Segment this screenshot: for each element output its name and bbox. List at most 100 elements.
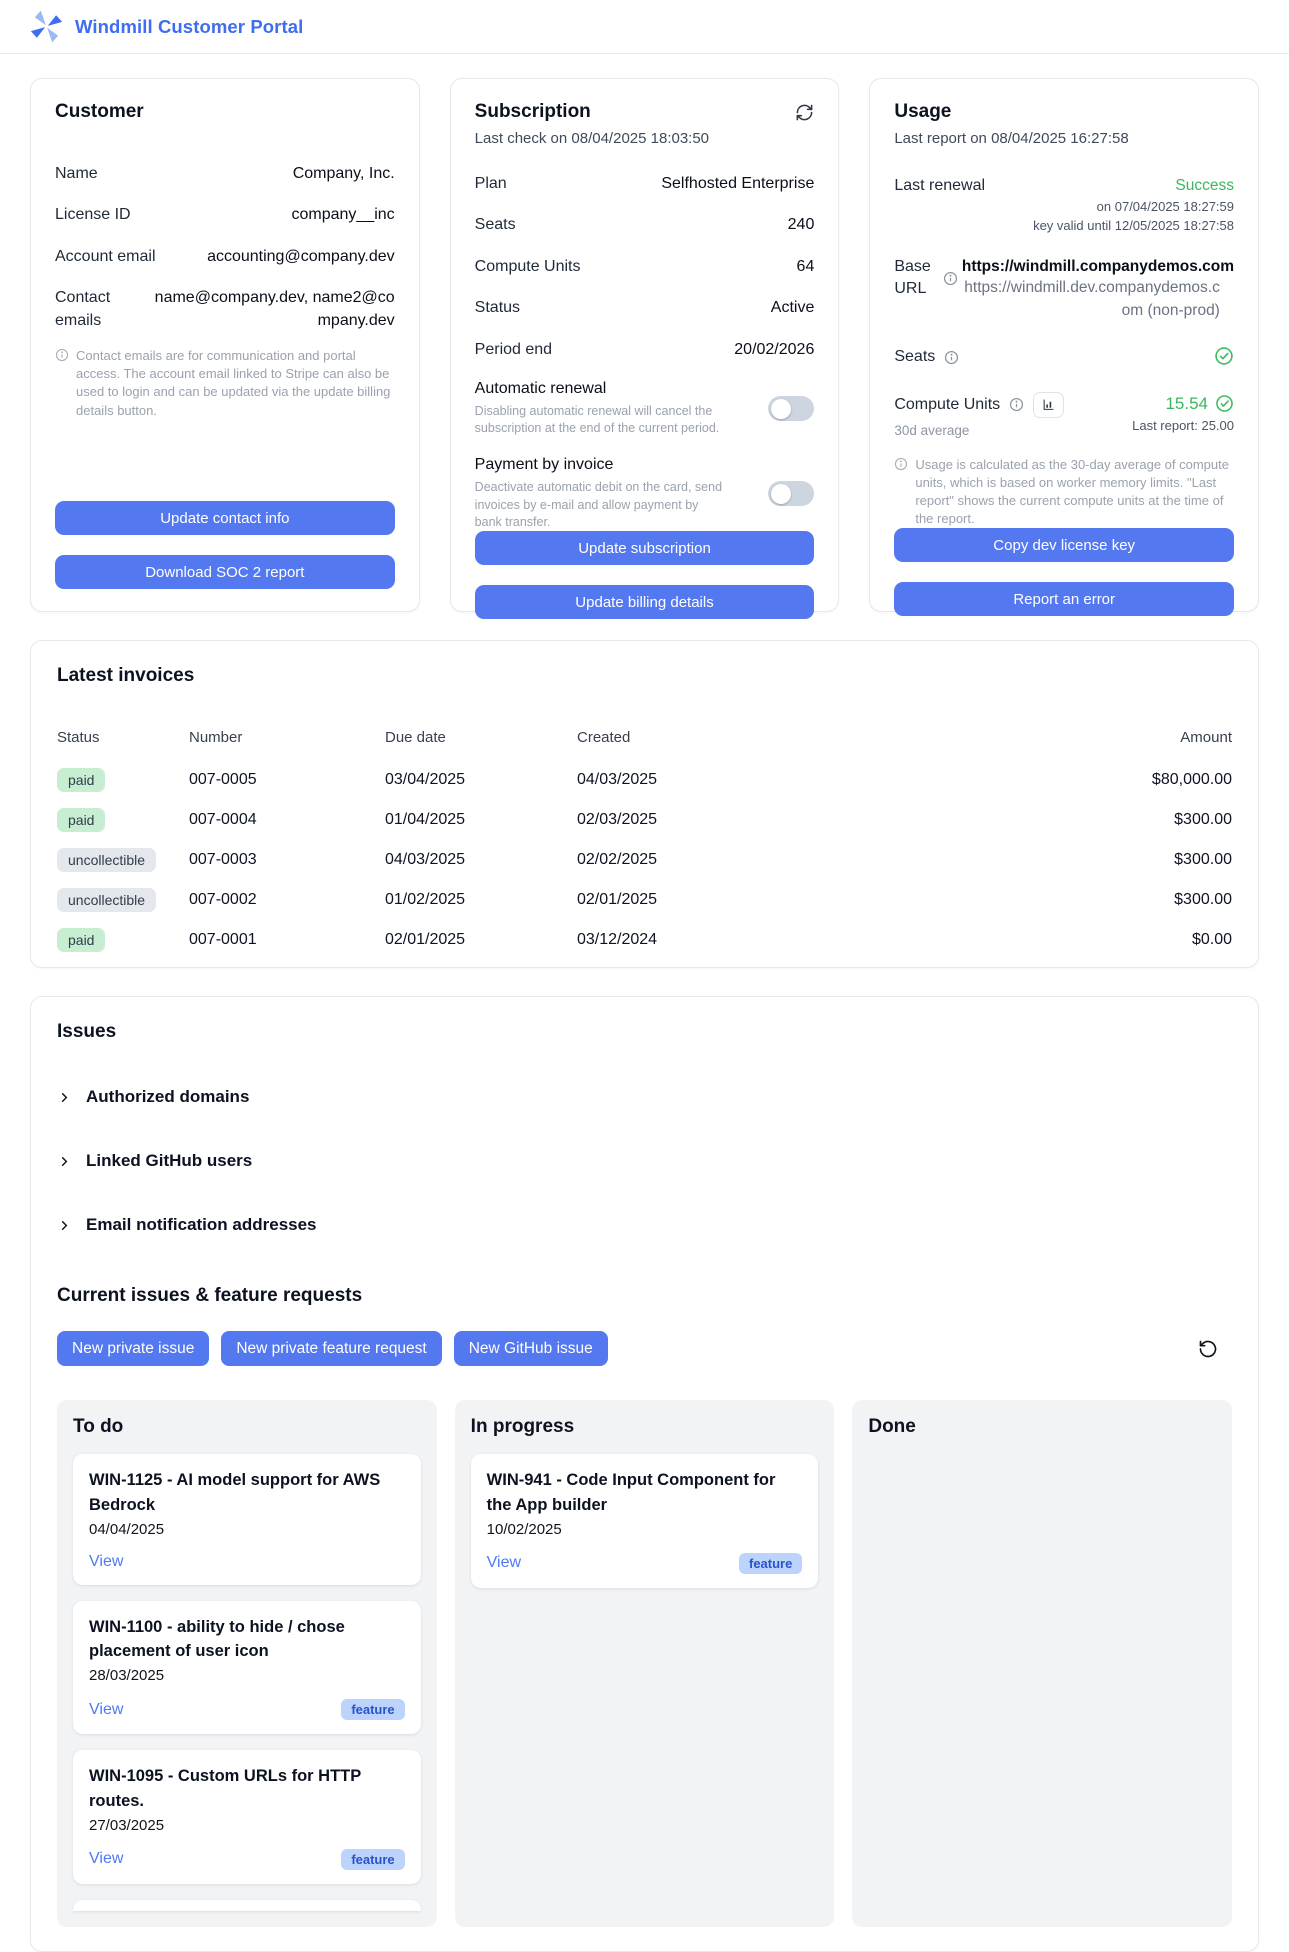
update-contact-info-button[interactable]: Update contact info bbox=[55, 501, 395, 535]
subscription-field-compute-units: Compute Units 64 bbox=[475, 256, 815, 278]
download-soc2-report-button[interactable]: Download SOC 2 report bbox=[55, 555, 395, 589]
view-issue-link[interactable]: View bbox=[89, 1850, 123, 1868]
payment-by-invoice-description: Deactivate automatic debit on the card, … bbox=[475, 479, 727, 531]
field-label: Base URL bbox=[894, 256, 934, 301]
field-value: name@company.dev, name2@company.dev bbox=[155, 287, 395, 332]
invoice-number: 007-0005 bbox=[189, 760, 385, 800]
key-validity: key valid until 12/05/2025 18:27:58 bbox=[1033, 216, 1234, 236]
issue-title: WIN-1100 - ability to hide / chose place… bbox=[89, 1615, 405, 1665]
issue-date: 28/03/2025 bbox=[89, 1667, 405, 1684]
compute-units-value: 15.54 bbox=[1165, 392, 1208, 416]
customer-note-text: Contact emails are for communication and… bbox=[76, 347, 395, 420]
report-an-error-button[interactable]: Report an error bbox=[894, 582, 1234, 616]
refresh-issues-icon[interactable] bbox=[1198, 1339, 1218, 1359]
invoice-created: 04/03/2025 bbox=[577, 760, 997, 800]
issues-card: Issues Authorized domains Linked GitHub … bbox=[30, 996, 1259, 1952]
status-badge: paid bbox=[57, 808, 105, 832]
issue-date: 27/03/2025 bbox=[89, 1817, 405, 1834]
table-row: paid 007-0004 01/04/2025 02/03/2025 $300… bbox=[57, 800, 1232, 840]
usage-note-text: Usage is calculated as the 30-day averag… bbox=[915, 456, 1234, 529]
issue-title: WIN-941 - Code Input Component for the A… bbox=[487, 1468, 803, 1518]
feature-tag: feature bbox=[341, 1849, 404, 1870]
new-private-issue-button[interactable]: New private issue bbox=[57, 1331, 209, 1366]
summary-cards-row: Customer Name Company, Inc. License ID c… bbox=[30, 78, 1259, 612]
column-header-due-date: Due date bbox=[385, 729, 577, 760]
update-billing-details-button[interactable]: Update billing details bbox=[475, 585, 815, 619]
column-header-created: Created bbox=[577, 729, 997, 760]
customer-fields: Name Company, Inc. License ID company__i… bbox=[55, 163, 395, 332]
invoice-amount: $300.00 bbox=[997, 800, 1232, 840]
invoice-created: 03/12/2024 bbox=[577, 920, 997, 960]
update-subscription-button[interactable]: Update subscription bbox=[475, 531, 815, 565]
usage-card-title: Usage bbox=[894, 101, 1234, 123]
customer-note: Contact emails are for communication and… bbox=[55, 347, 395, 420]
seats-usage-row: Seats bbox=[894, 346, 1234, 373]
column-title: In progress bbox=[471, 1416, 819, 1438]
field-label: Account email bbox=[55, 246, 156, 268]
collapsible-authorized-domains[interactable]: Authorized domains bbox=[57, 1087, 1232, 1107]
invoice-number: 007-0001 bbox=[189, 920, 385, 960]
current-issues-section-title: Current issues & feature requests bbox=[57, 1285, 1232, 1307]
issue-date: 04/04/2025 bbox=[89, 1521, 405, 1538]
base-url-row: Base URL https://windmill.companydemos.c… bbox=[894, 256, 1234, 323]
new-github-issue-button[interactable]: New GitHub issue bbox=[454, 1331, 608, 1366]
collapsible-linked-github-users[interactable]: Linked GitHub users bbox=[57, 1151, 1232, 1171]
automatic-renewal-toggle[interactable] bbox=[768, 396, 814, 421]
invoice-created: 02/03/2025 bbox=[577, 800, 997, 840]
board-column-done: Done bbox=[852, 1400, 1232, 1927]
collapsible-label: Linked GitHub users bbox=[86, 1151, 252, 1171]
invoice-due-date: 03/04/2025 bbox=[385, 760, 577, 800]
field-label: Period end bbox=[475, 339, 552, 361]
info-icon[interactable] bbox=[1009, 397, 1024, 412]
info-icon bbox=[55, 348, 69, 362]
usage-chart-button[interactable] bbox=[1033, 392, 1064, 418]
info-icon bbox=[894, 457, 908, 471]
compute-ok-icon bbox=[1215, 394, 1234, 413]
payment-by-invoice-setting: Payment by invoice Deactivate automatic … bbox=[475, 456, 815, 531]
customer-card-title: Customer bbox=[55, 101, 395, 123]
feature-tag: feature bbox=[739, 1553, 802, 1574]
field-value: 240 bbox=[788, 214, 815, 236]
table-row: paid 007-0005 03/04/2025 04/03/2025 $80,… bbox=[57, 760, 1232, 800]
status-badge: paid bbox=[57, 928, 105, 952]
last-renewal-label: Last renewal bbox=[894, 175, 985, 197]
feature-tag: feature bbox=[341, 1699, 404, 1720]
subscription-field-plan: Plan Selfhosted Enterprise bbox=[475, 173, 815, 195]
field-value: 64 bbox=[797, 256, 815, 278]
subscription-card: Subscription Last check on 08/04/2025 18… bbox=[450, 78, 840, 612]
view-issue-link[interactable]: View bbox=[89, 1553, 123, 1571]
info-icon[interactable] bbox=[943, 271, 958, 286]
table-row: uncollectible 007-0002 01/02/2025 02/01/… bbox=[57, 880, 1232, 920]
windmill-logo-icon bbox=[30, 10, 63, 43]
issue-card-partially-visible bbox=[73, 1900, 421, 1911]
collapsible-email-notification-addresses[interactable]: Email notification addresses bbox=[57, 1215, 1232, 1235]
usage-last-report: Last report on 08/04/2025 16:27:58 bbox=[894, 130, 1234, 147]
collapsible-label: Email notification addresses bbox=[86, 1215, 317, 1235]
field-label: Compute Units bbox=[475, 256, 581, 278]
view-issue-link[interactable]: View bbox=[89, 1701, 123, 1719]
copy-dev-license-key-button[interactable]: Copy dev license key bbox=[894, 528, 1234, 562]
info-icon[interactable] bbox=[944, 350, 959, 365]
field-value: Selfhosted Enterprise bbox=[661, 173, 814, 195]
chevron-right-icon bbox=[57, 1218, 72, 1233]
issue-title: WIN-1125 - AI model support for AWS Bedr… bbox=[89, 1468, 405, 1518]
subscription-last-check: Last check on 08/04/2025 18:03:50 bbox=[475, 130, 709, 147]
new-private-feature-request-button[interactable]: New private feature request bbox=[221, 1331, 441, 1366]
issue-card: WIN-1100 - ability to hide / chose place… bbox=[73, 1601, 421, 1735]
base-url-secondary: https://windmill.dev.companydemos.com (n… bbox=[962, 277, 1220, 322]
renewal-status-badge: Success bbox=[1033, 175, 1234, 197]
subscription-actions: Update subscription Update billing detai… bbox=[475, 531, 815, 619]
column-header-amount: Amount bbox=[997, 729, 1232, 760]
view-issue-link[interactable]: View bbox=[487, 1554, 521, 1572]
automatic-renewal-description: Disabling automatic renewal will cancel … bbox=[475, 403, 727, 438]
issue-card: WIN-1095 - Custom URLs for HTTP routes. … bbox=[73, 1750, 421, 1884]
column-title: Done bbox=[868, 1416, 1216, 1438]
payment-by-invoice-toggle[interactable] bbox=[768, 481, 814, 506]
invoice-number: 007-0002 bbox=[189, 880, 385, 920]
customer-field-name: Name Company, Inc. bbox=[55, 163, 395, 185]
refresh-subscription-icon[interactable] bbox=[795, 103, 814, 122]
app-header: Windmill Customer Portal bbox=[0, 0, 1289, 54]
subscription-field-status: Status Active bbox=[475, 297, 815, 319]
status-badge: uncollectible bbox=[57, 888, 156, 912]
invoices-table: Status Number Due date Created Amount pa… bbox=[57, 729, 1232, 960]
